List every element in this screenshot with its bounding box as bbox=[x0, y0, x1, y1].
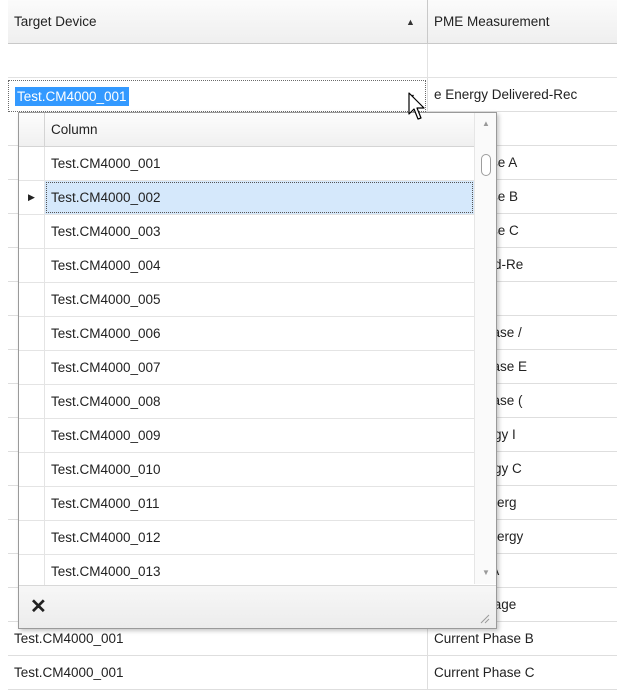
filter-row[interactable] bbox=[8, 44, 617, 78]
dropdown-item[interactable]: Test.CM4000_011 bbox=[19, 487, 474, 521]
sort-ascending-icon[interactable]: ▲ bbox=[406, 0, 415, 44]
dropdown-column-label: Column bbox=[51, 122, 98, 137]
row-indicator-cell bbox=[19, 249, 45, 282]
scroll-down-arrow-icon[interactable]: ▼ bbox=[475, 562, 496, 584]
dropdown-item-label: Test.CM4000_005 bbox=[51, 292, 161, 307]
editor-selected-text[interactable]: Test.CM4000_001 bbox=[15, 87, 129, 106]
dropdown-popup[interactable]: Column Test.CM4000_001 ▶ Test.CM4000_002 Te… bbox=[18, 112, 497, 629]
measurement-cell[interactable]: e Energy Delivered-Rec bbox=[428, 78, 617, 111]
dropdown-item-label: Test.CM4000_009 bbox=[51, 428, 161, 443]
dropdown-item[interactable]: Test.CM4000_007 bbox=[19, 351, 474, 385]
table-row[interactable]: Test.CM4000_001 Current Phase C bbox=[8, 656, 617, 690]
row-indicator-cell bbox=[19, 555, 45, 588]
row-indicator-cell bbox=[19, 215, 45, 248]
dropdown-item[interactable]: Test.CM4000_005 bbox=[19, 283, 474, 317]
dropdown-item-label: Test.CM4000_004 bbox=[51, 258, 161, 273]
dropdown-item-label: Test.CM4000_008 bbox=[51, 394, 161, 409]
row-indicator-icon: ▶ bbox=[19, 181, 45, 214]
dropdown-item[interactable]: ▶ Test.CM4000_002 bbox=[19, 181, 474, 215]
row-indicator-cell bbox=[19, 521, 45, 554]
dropdown-item[interactable]: Test.CM4000_001 bbox=[19, 147, 474, 181]
column-header-pme-measurement[interactable]: PME Measurement bbox=[428, 0, 617, 44]
row-indicator-cell bbox=[19, 487, 45, 520]
dropdown-item-label: Test.CM4000_013 bbox=[51, 564, 161, 579]
dropdown-item[interactable]: Test.CM4000_010 bbox=[19, 453, 474, 487]
row-indicator-cell bbox=[19, 453, 45, 486]
dropdown-item-label: Test.CM4000_001 bbox=[51, 156, 161, 171]
dropdown-item-label: Test.CM4000_002 bbox=[45, 181, 474, 214]
dropdown-list: Column Test.CM4000_001 ▶ Test.CM4000_002 Te… bbox=[19, 113, 474, 589]
mouse-pointer-icon bbox=[408, 92, 425, 120]
device-combo-editor[interactable]: Test.CM4000_001 ▼ bbox=[8, 80, 426, 112]
row-indicator-header bbox=[19, 113, 45, 147]
row-indicator-cell bbox=[19, 419, 45, 452]
dropdown-item-label: Test.CM4000_003 bbox=[51, 224, 161, 239]
vertical-scrollbar[interactable]: ▲ ▼ bbox=[474, 113, 496, 584]
dropdown-item[interactable]: Test.CM4000_008 bbox=[19, 385, 474, 419]
row-indicator-cell bbox=[19, 351, 45, 384]
scroll-up-arrow-icon[interactable]: ▲ bbox=[475, 113, 496, 135]
scrollbar-thumb[interactable] bbox=[481, 154, 491, 176]
dropdown-item-label: Test.CM4000_012 bbox=[51, 530, 161, 545]
column-header-target-device[interactable]: Target Device bbox=[8, 0, 428, 44]
dropdown-footer: ✕ bbox=[19, 585, 496, 628]
resize-grip-icon[interactable] bbox=[479, 613, 490, 624]
dropdown-item[interactable]: Test.CM4000_006 bbox=[19, 317, 474, 351]
dropdown-item[interactable]: Test.CM4000_012 bbox=[19, 521, 474, 555]
dropdown-item[interactable]: Test.CM4000_004 bbox=[19, 249, 474, 283]
filter-cell-target-device[interactable] bbox=[8, 44, 428, 78]
measurement-cell[interactable]: Current Phase C bbox=[428, 656, 617, 689]
column-header-label: Target Device bbox=[14, 14, 97, 29]
dropdown-item-label: Test.CM4000_007 bbox=[51, 360, 161, 375]
row-indicator-cell bbox=[19, 317, 45, 350]
column-header-label: PME Measurement bbox=[434, 14, 550, 29]
dropdown-item-label: Test.CM4000_006 bbox=[51, 326, 161, 341]
dropdown-item[interactable]: Test.CM4000_003 bbox=[19, 215, 474, 249]
row-indicator-cell bbox=[19, 385, 45, 418]
dropdown-column-header[interactable]: Column bbox=[19, 113, 474, 147]
device-cell[interactable]: Test.CM4000_001 bbox=[8, 656, 428, 689]
dropdown-item[interactable]: Test.CM4000_013 bbox=[19, 555, 474, 589]
close-icon[interactable]: ✕ bbox=[30, 592, 47, 622]
dropdown-item-label: Test.CM4000_010 bbox=[51, 462, 161, 477]
dropdown-item[interactable]: Test.CM4000_009 bbox=[19, 419, 474, 453]
row-indicator-cell bbox=[19, 147, 45, 180]
row-indicator-cell bbox=[19, 283, 45, 316]
dropdown-item-label: Test.CM4000_011 bbox=[51, 496, 160, 511]
grid-header: Target Device ▲ PME Measurement bbox=[8, 0, 617, 44]
